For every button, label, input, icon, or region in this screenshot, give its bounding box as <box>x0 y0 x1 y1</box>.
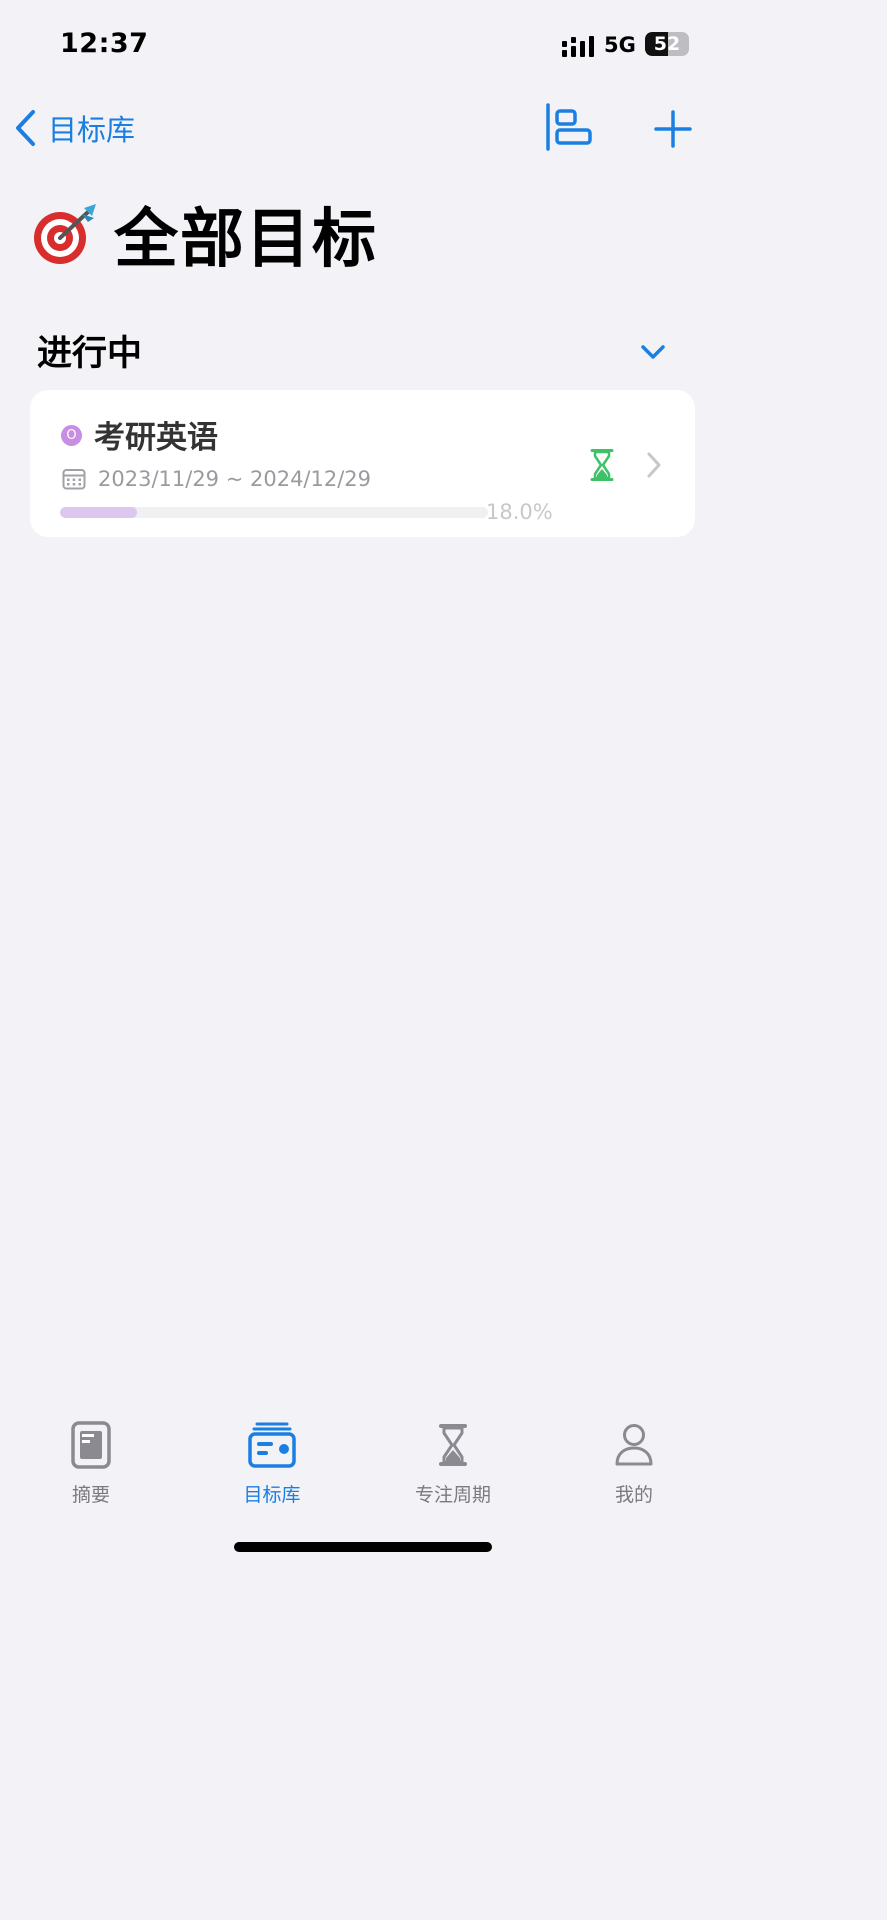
target-icon <box>34 204 96 264</box>
tab-me[interactable]: 我的 <box>564 1420 704 1507</box>
layout-list-icon[interactable] <box>544 103 594 151</box>
section-title: 进行中 <box>37 334 143 374</box>
tab-label: 摘要 <box>71 1484 110 1506</box>
goal-date-range: 2023/11/29 ~ 2024/12/29 <box>98 467 372 491</box>
tab-label: 专注周期 <box>414 1484 491 1506</box>
back-button[interactable]: 目标库 <box>14 106 135 150</box>
goal-progress-fill <box>60 507 138 518</box>
goal-dates: 2023/11/29 ~ 2024/12/29 <box>62 467 371 491</box>
tab-focus-cycle[interactable]: 专注周期 <box>383 1420 523 1507</box>
back-label: 目标库 <box>48 113 136 147</box>
chevron-right-icon <box>647 452 661 478</box>
hourglass-icon <box>590 449 614 481</box>
goal-progress-text: 18.0% <box>486 500 553 524</box>
goal-dot-letter: O <box>66 428 77 443</box>
signal-icon <box>562 36 594 57</box>
tab-label: 我的 <box>614 1484 653 1506</box>
goal-color-dot: O <box>61 425 82 446</box>
summary-icon <box>71 1421 111 1469</box>
chevron-down-icon[interactable] <box>637 336 669 368</box>
goal-card[interactable]: O 考研英语 2023/11/29 ~ 2024/12/29 18.0% <box>30 390 695 537</box>
goal-progress-bar <box>60 507 488 518</box>
network-label: 5G <box>604 33 636 57</box>
tab-summary[interactable]: 摘要 <box>21 1420 161 1507</box>
home-indicator[interactable] <box>234 1542 492 1552</box>
battery-level: 52 <box>653 33 681 55</box>
goal-name: 考研英语 <box>94 420 218 456</box>
goal-library-icon <box>248 1422 296 1468</box>
plus-icon[interactable] <box>654 110 692 148</box>
tab-label: 目标库 <box>243 1484 301 1506</box>
chevron-left-icon <box>16 110 35 146</box>
hourglass-icon <box>439 1424 467 1466</box>
calendar-icon <box>62 469 86 490</box>
page-header: 全部目标 <box>30 188 378 280</box>
battery-icon: 52 <box>645 32 689 56</box>
page-title: 全部目标 <box>114 203 378 277</box>
status-time: 12:37 <box>60 28 149 59</box>
tab-goal-library[interactable]: 目标库 <box>202 1420 342 1507</box>
person-icon <box>615 1424 653 1466</box>
